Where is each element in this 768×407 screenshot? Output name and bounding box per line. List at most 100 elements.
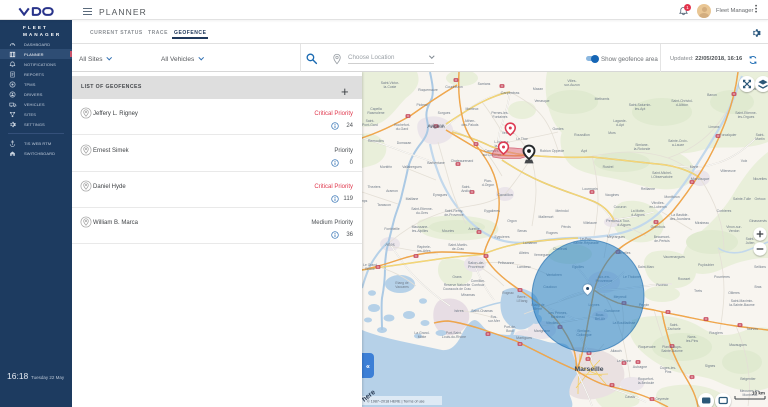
svg-text:Le Thor: Le Thor bbox=[516, 137, 528, 141]
svg-text:Fuveau: Fuveau bbox=[656, 283, 667, 287]
svg-text:Maussane-les-Alpilles: Maussane-les-Alpilles bbox=[412, 225, 429, 233]
svg-text:Rougiers: Rougiers bbox=[709, 331, 723, 335]
svg-text:Saint-Remy-de-Provence: Saint-Remy-de-Provence bbox=[444, 209, 463, 217]
svg-text:Saint-Martin: Saint-Martin bbox=[755, 133, 765, 141]
svg-text:Volx: Volx bbox=[741, 159, 748, 163]
svg-text:Puyloubier: Puyloubier bbox=[698, 263, 715, 267]
svg-text:Vitrolles-en-Luberon: Vitrolles-en-Luberon bbox=[649, 201, 666, 209]
svg-text:Forcalquier: Forcalquier bbox=[720, 133, 738, 137]
svg-text:Eyragues: Eyragues bbox=[433, 193, 448, 197]
svg-text:Arles: Arles bbox=[385, 242, 394, 247]
svg-text:Senas: Senas bbox=[517, 229, 527, 233]
svg-text:Vaugines: Vaugines bbox=[605, 193, 619, 197]
svg-text:Corbieres: Corbieres bbox=[717, 209, 732, 213]
svg-text:Beaumont-de-Pertuis: Beaumont-de-Pertuis bbox=[654, 235, 671, 243]
svg-text:Vauvenargues: Vauvenargues bbox=[663, 255, 685, 259]
svg-text:Mouries: Mouries bbox=[442, 229, 454, 233]
svg-text:Pelissanne: Pelissanne bbox=[498, 261, 515, 265]
svg-text:Merindol: Merindol bbox=[555, 209, 568, 213]
svg-text:Lambesc: Lambesc bbox=[517, 265, 531, 269]
svg-text:Ollieres: Ollieres bbox=[728, 291, 740, 295]
svg-text:Lourmarin: Lourmarin bbox=[582, 187, 597, 191]
svg-text:Roquefort-la-Bedoule: Roquefort-la-Bedoule bbox=[638, 377, 654, 385]
svg-text:Signes: Signes bbox=[705, 364, 716, 368]
svg-text:Cassis: Cassis bbox=[625, 395, 635, 399]
svg-text:Salon-de-Provence: Salon-de-Provence bbox=[468, 261, 485, 269]
svg-text:Eygalieres: Eygalieres bbox=[484, 209, 500, 213]
svg-text:«: « bbox=[366, 364, 370, 371]
svg-text:Nans-les-Pins: Nans-les-Pins bbox=[686, 335, 698, 343]
svg-text:Remoulins: Remoulins bbox=[368, 139, 384, 143]
svg-text:Seillons: Seillons bbox=[754, 265, 766, 269]
svg-text:Mazaugues: Mazaugues bbox=[729, 343, 747, 347]
svg-text:Martigues: Martigues bbox=[516, 336, 532, 340]
svg-text:Etang deVaccares: Etang deVaccares bbox=[395, 281, 409, 289]
svg-text:Grans: Grans bbox=[452, 275, 462, 279]
svg-text:Montfrin: Montfrin bbox=[380, 165, 392, 169]
svg-text:Roussillon: Roussillon bbox=[574, 133, 590, 137]
svg-text:Venasque: Venasque bbox=[534, 99, 549, 103]
svg-text:Fontvieille: Fontvieille bbox=[384, 227, 399, 231]
svg-text:Rustrel: Rustrel bbox=[603, 165, 614, 169]
svg-text:Belgentier: Belgentier bbox=[740, 377, 756, 381]
svg-text:Plan-d-Aups-Sainte-Baume: Plan-d-Aups-Sainte-Baume bbox=[661, 345, 683, 353]
svg-text:Villeneuve: Villeneuve bbox=[720, 169, 736, 173]
svg-text:Bras: Bras bbox=[755, 285, 762, 289]
svg-text:Saint-Michel-l-Observatoire: Saint-Michel-l-Observatoire bbox=[651, 171, 672, 179]
svg-text:Sarrians: Sarrians bbox=[478, 82, 491, 86]
svg-text:Apt: Apt bbox=[581, 148, 588, 153]
svg-text:Saint-Etienne-les-Orgues: Saint-Etienne-les-Orgues bbox=[735, 111, 757, 119]
svg-text:Tourves: Tourves bbox=[746, 327, 758, 331]
svg-text:Alleins: Alleins bbox=[519, 251, 529, 255]
svg-text:Monteux: Monteux bbox=[465, 107, 478, 111]
svg-text:Simiane-la-Rotonde: Simiane-la-Rotonde bbox=[634, 143, 651, 151]
svg-text:Orgon: Orgon bbox=[507, 219, 517, 223]
svg-text:Theziers: Theziers bbox=[367, 185, 380, 189]
svg-text:Aramon: Aramon bbox=[386, 189, 398, 193]
svg-text:Pertuis: Pertuis bbox=[606, 219, 618, 223]
svg-text:Pourrieres: Pourrieres bbox=[714, 275, 730, 279]
svg-text:Aubagne: Aubagne bbox=[633, 365, 647, 369]
svg-text:Eyguieres: Eyguieres bbox=[494, 235, 509, 239]
svg-text:Niozelles: Niozelles bbox=[753, 177, 767, 181]
svg-text:Chateaurenard: Chateaurenard bbox=[451, 159, 474, 163]
svg-text:Roquevaire: Roquevaire bbox=[638, 345, 655, 349]
svg-text:Rousset: Rousset bbox=[678, 277, 690, 281]
svg-text:Banon: Banon bbox=[707, 93, 717, 97]
svg-text:Courthezon: Courthezon bbox=[445, 85, 463, 89]
svg-text:Cornillon-Confoux: Cornillon-Confoux bbox=[471, 279, 486, 287]
svg-text:Rognes: Rognes bbox=[546, 231, 558, 235]
svg-text:Saint-Marc: Saint-Marc bbox=[638, 265, 655, 269]
svg-text:Mazan: Mazan bbox=[533, 87, 543, 91]
svg-text:Cucuron: Cucuron bbox=[614, 205, 627, 209]
svg-text:Murs: Murs bbox=[608, 131, 616, 135]
svg-text:Vallabregues: Vallabregues bbox=[402, 165, 422, 169]
svg-text:Cavaillon: Cavaillon bbox=[497, 193, 513, 197]
svg-text:Tarascon: Tarascon bbox=[377, 203, 391, 207]
svg-text:Sorgues: Sorgues bbox=[438, 111, 451, 115]
svg-text:Carpentras: Carpentras bbox=[501, 91, 520, 95]
svg-text:Avignon: Avignon bbox=[427, 124, 445, 130]
svg-text:Mirabeau: Mirabeau bbox=[695, 221, 709, 225]
svg-text:Methamis: Methamis bbox=[595, 97, 610, 101]
svg-text:Robion Oppede: Robion Oppede bbox=[540, 149, 565, 153]
svg-text:Sainte-Tulle: Sainte-Tulle bbox=[733, 197, 751, 201]
svg-text:Manosque: Manosque bbox=[691, 176, 710, 181]
svg-text:Barbentane: Barbentane bbox=[427, 161, 445, 165]
svg-text:Miramas: Miramas bbox=[461, 293, 475, 297]
svg-text:Aureille: Aureille bbox=[468, 227, 479, 231]
svg-text:Istres: Istres bbox=[454, 309, 463, 313]
svg-text:Lamanon: Lamanon bbox=[523, 241, 537, 245]
svg-text:Ceyreste: Ceyreste bbox=[655, 397, 669, 401]
svg-text:Gréoux: Gréoux bbox=[754, 197, 765, 201]
svg-text:10 km: 10 km bbox=[752, 391, 765, 396]
svg-text:Trets: Trets bbox=[694, 289, 702, 293]
svg-text:Pérols: Pérols bbox=[561, 225, 571, 229]
svg-text:Saint-Julien: Saint-Julien bbox=[746, 237, 755, 245]
svg-text:La Penne: La Penne bbox=[617, 359, 632, 363]
svg-text:Ginasservis: Ginasservis bbox=[749, 219, 767, 223]
svg-text:Saint-Maximin-la-Sainte-Baume: Saint-Maximin-la-Sainte-Baume bbox=[729, 299, 754, 307]
svg-text:La Motte-d-Aigues: La Motte-d-Aigues bbox=[631, 209, 645, 217]
svg-text:Meyrargues: Meyrargues bbox=[607, 235, 625, 239]
svg-text:© 1987–2018 HERE | Terms of us: © 1987–2018 HERE | Terms of use bbox=[367, 400, 425, 404]
